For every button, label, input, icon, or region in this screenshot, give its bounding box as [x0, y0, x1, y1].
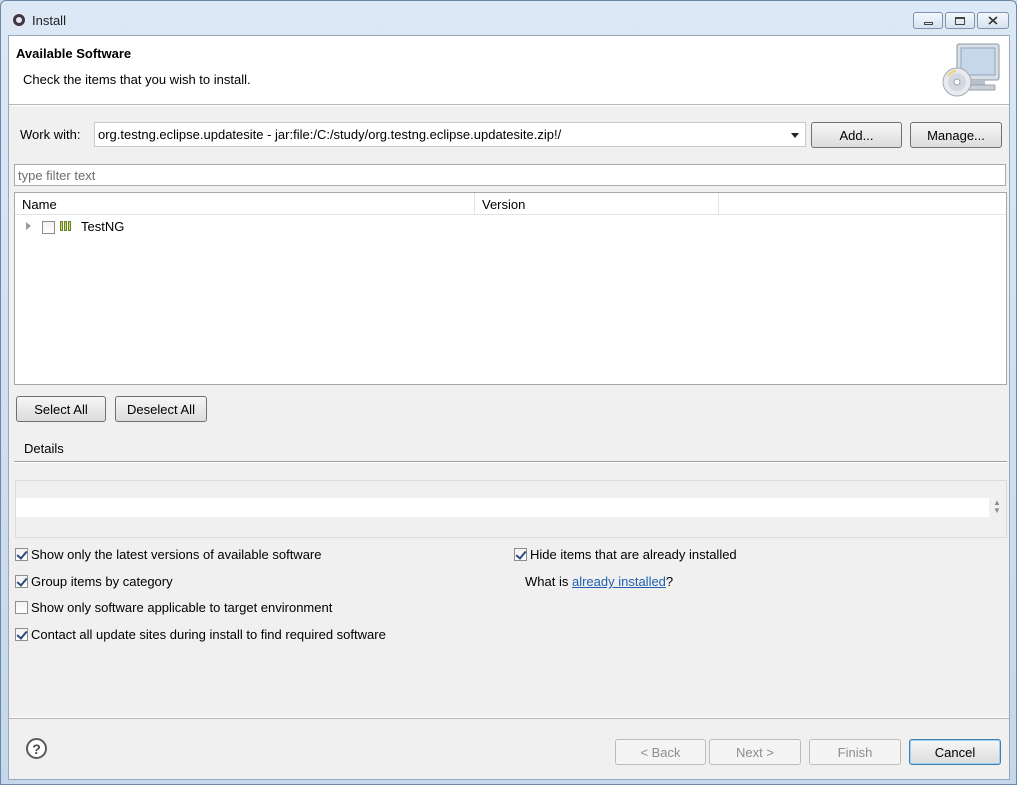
details-label: Details [24, 441, 64, 456]
chevron-down-icon[interactable] [791, 133, 799, 138]
tree-row[interactable]: TestNG [15, 217, 1006, 237]
manage-sites-button[interactable]: Manage... [910, 122, 1002, 148]
page-body: Work with: org.testng.eclipse.updatesite… [9, 106, 1009, 717]
deselect-all-button[interactable]: Deselect All [115, 396, 207, 422]
what-is-suffix: ? [665, 574, 674, 589]
group-by-category-label: Group items by category [31, 574, 173, 589]
close-button[interactable] [977, 12, 1009, 29]
latest-versions-checkbox[interactable] [15, 548, 28, 561]
column-extra[interactable] [719, 193, 1006, 215]
page-description: Check the items that you wish to install… [23, 72, 251, 87]
maximize-icon [955, 16, 965, 25]
work-with-label: Work with: [20, 127, 81, 142]
select-all-button[interactable]: Select All [16, 396, 106, 422]
button-bar: ? < Back Next > Finish Cancel [9, 718, 1009, 779]
next-button[interactable]: Next > [709, 739, 801, 765]
already-installed-link[interactable]: already installed [572, 574, 666, 589]
column-name[interactable]: Name [15, 193, 475, 215]
title-bar[interactable]: Install [1, 1, 1016, 35]
expand-triangle-icon[interactable] [26, 222, 31, 230]
window-controls [913, 12, 1009, 29]
finish-button[interactable]: Finish [809, 739, 901, 765]
what-is-installed-text: What is already installed? [525, 574, 673, 589]
tree-item-label: TestNG [81, 219, 125, 234]
help-icon[interactable]: ? [26, 738, 47, 759]
window-title: Install [32, 13, 66, 28]
what-is-prefix: What is [525, 574, 572, 589]
work-with-value: org.testng.eclipse.updatesite - jar:file… [98, 127, 562, 142]
work-with-combo[interactable]: org.testng.eclipse.updatesite - jar:file… [94, 122, 806, 147]
details-group: ▲ ▼ [15, 480, 1007, 538]
add-site-button[interactable]: Add... [811, 122, 902, 148]
cancel-button[interactable]: Cancel [909, 739, 1001, 765]
page-title: Available Software [16, 46, 132, 61]
back-button[interactable]: < Back [615, 739, 706, 765]
contact-sites-checkbox[interactable] [15, 628, 28, 641]
hide-installed-label: Hide items that are already installed [530, 547, 737, 562]
close-icon [988, 16, 998, 25]
eclipse-icon [11, 12, 27, 28]
install-disc-monitor-icon [942, 43, 1000, 97]
tree-header: Name Version [15, 193, 1006, 215]
group-by-category-checkbox[interactable] [15, 575, 28, 588]
minimize-button[interactable] [913, 12, 943, 29]
details-text[interactable] [16, 498, 989, 517]
separator [14, 461, 1007, 463]
hide-installed-checkbox[interactable] [514, 548, 527, 561]
item-checkbox[interactable] [42, 221, 55, 234]
latest-versions-label: Show only the latest versions of availab… [31, 547, 322, 562]
maximize-button[interactable] [945, 12, 975, 29]
title-area: Available Software Check the items that … [9, 36, 1009, 105]
filter-input[interactable] [14, 164, 1006, 186]
applicable-only-label: Show only software applicable to target … [31, 600, 333, 615]
column-version[interactable]: Version [475, 193, 719, 215]
contact-sites-label: Contact all update sites during install … [31, 627, 386, 642]
install-window: Install Available Software Check the ite… [0, 0, 1017, 785]
applicable-only-checkbox[interactable] [15, 601, 28, 614]
dialog-client-area: Available Software Check the items that … [8, 35, 1010, 780]
minimize-icon [923, 21, 933, 25]
category-icon [60, 221, 71, 231]
software-tree[interactable]: Name Version TestNG [14, 192, 1007, 385]
scroll-arrows-icon[interactable]: ▲ ▼ [992, 499, 1002, 515]
